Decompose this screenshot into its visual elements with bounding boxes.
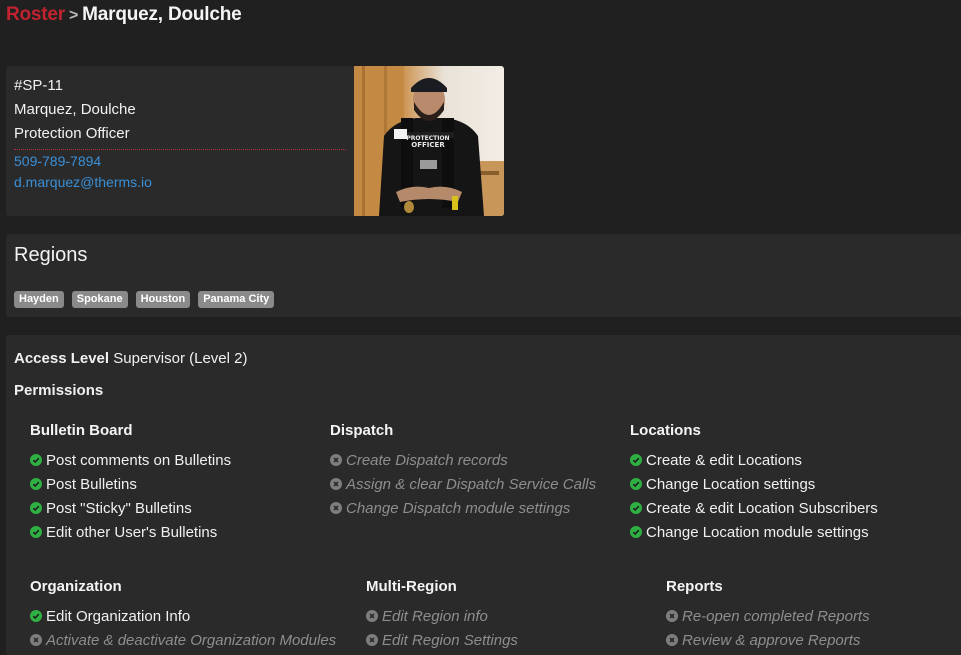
phone-link[interactable]: 509-789-7894: [14, 152, 346, 173]
permission-item: Change Location settings: [630, 472, 878, 496]
check-circle-icon: [630, 454, 642, 466]
permission-item: Create & edit Location Subscribers: [630, 496, 878, 520]
permission-group-title: Locations: [630, 420, 878, 448]
check-circle-icon: [30, 454, 42, 466]
breadcrumb-roster-link[interactable]: Roster: [6, 4, 65, 25]
breadcrumb: Roster>Marquez, Doulche: [6, 4, 242, 26]
permission-group-title: Dispatch: [330, 420, 596, 448]
permission-label: Edit Organization Info: [46, 608, 190, 625]
permission-item: Edit Region info: [366, 604, 518, 628]
permission-group-reports: Reports Re-open completed Reports Review &…: [666, 576, 870, 652]
x-circle-icon: [330, 454, 342, 466]
permission-group-locations: Locations Create & edit Locations Change L…: [630, 420, 878, 544]
permission-group-title: Organization: [30, 576, 336, 604]
permission-label: Post comments on Bulletins: [46, 452, 231, 469]
svg-text:OFFICER: OFFICER: [411, 141, 445, 149]
permission-item: Assign & clear Dispatch Service Calls: [330, 472, 596, 496]
permission-item: Activate & deactivate Organization Modul…: [30, 628, 336, 652]
x-circle-icon: [330, 502, 342, 514]
access-level-label: Access Level: [14, 350, 109, 367]
permission-label: Edit other User's Bulletins: [46, 524, 217, 541]
permission-label: Create & edit Locations: [646, 452, 802, 469]
check-circle-icon: [630, 526, 642, 538]
permission-group-multi-region: Multi-Region Edit Region info Edit Region …: [366, 576, 518, 652]
permission-label: Activate & deactivate Organization Modul…: [46, 632, 336, 649]
permission-item: Re-open completed Reports: [666, 604, 870, 628]
permission-item: Create & edit Locations: [630, 448, 878, 472]
region-chip: Hayden: [14, 291, 64, 308]
permissions-heading: Permissions: [14, 382, 103, 399]
officer-name: Marquez, Doulche: [14, 100, 346, 124]
access-panel: Access Level Supervisor (Level 2) Permis…: [6, 335, 961, 655]
check-circle-icon: [30, 526, 42, 538]
permission-group-bulletin-board: Bulletin Board Post comments on Bulletins…: [30, 420, 231, 544]
permission-group-title: Bulletin Board: [30, 420, 231, 448]
permission-label: Edit Region info: [382, 608, 488, 625]
officer-photo-illustration: PROTECTION OFFICER: [354, 66, 504, 216]
permission-label: Post Bulletins: [46, 476, 137, 493]
permission-item: Create Dispatch records: [330, 448, 596, 472]
profile-divider: [14, 149, 346, 150]
regions-panel: Regions Hayden Spokane Houston Panama Ci…: [6, 234, 961, 317]
breadcrumb-separator: >: [69, 7, 78, 24]
permission-label: Create Dispatch records: [346, 452, 508, 469]
region-chip: Panama City: [198, 291, 274, 308]
x-circle-icon: [666, 610, 678, 622]
access-level: Access Level Supervisor (Level 2): [14, 350, 247, 367]
region-chips: Hayden Spokane Houston Panama City: [14, 291, 274, 308]
regions-heading: Regions: [14, 244, 87, 267]
x-circle-icon: [30, 634, 42, 646]
permission-item: Post "Sticky" Bulletins: [30, 496, 231, 520]
officer-title: Protection Officer: [14, 124, 346, 148]
permission-label: Change Location module settings: [646, 524, 869, 541]
permission-item: Post comments on Bulletins: [30, 448, 231, 472]
permission-item: Post Bulletins: [30, 472, 231, 496]
check-circle-icon: [30, 478, 42, 490]
x-circle-icon: [366, 634, 378, 646]
check-circle-icon: [30, 502, 42, 514]
access-level-value: Supervisor (Level 2): [113, 350, 247, 367]
permission-label: Assign & clear Dispatch Service Calls: [346, 476, 596, 493]
permission-item: Change Dispatch module settings: [330, 496, 596, 520]
permission-label: Create & edit Location Subscribers: [646, 500, 878, 517]
permission-label: Edit Region Settings: [382, 632, 518, 649]
officer-photo: PROTECTION OFFICER: [354, 66, 504, 216]
x-circle-icon: [366, 610, 378, 622]
permission-group-organization: Organization Edit Organization Info Activa…: [30, 576, 336, 652]
permission-item: Change Location module settings: [630, 520, 878, 544]
check-circle-icon: [630, 478, 642, 490]
x-circle-icon: [666, 634, 678, 646]
permission-label: Review & approve Reports: [682, 632, 860, 649]
permission-group-title: Multi-Region: [366, 576, 518, 604]
permission-label: Change Location settings: [646, 476, 815, 493]
email-link[interactable]: d.marquez@therms.io: [14, 173, 346, 194]
profile-info: #SP-11 Marquez, Doulche Protection Offic…: [14, 76, 346, 194]
check-circle-icon: [30, 610, 42, 622]
badge-id: #SP-11: [14, 76, 346, 100]
x-circle-icon: [330, 478, 342, 490]
permission-item: Edit Organization Info: [30, 604, 336, 628]
check-circle-icon: [630, 502, 642, 514]
region-chip: Spokane: [72, 291, 128, 308]
permission-item: Review & approve Reports: [666, 628, 870, 652]
permission-label: Post "Sticky" Bulletins: [46, 500, 192, 517]
profile-card: #SP-11 Marquez, Doulche Protection Offic…: [6, 66, 504, 216]
permission-group-title: Reports: [666, 576, 870, 604]
permission-item: Edit Region Settings: [366, 628, 518, 652]
permission-item: Edit other User's Bulletins: [30, 520, 231, 544]
permission-label: Change Dispatch module settings: [346, 500, 570, 517]
region-chip: Houston: [136, 291, 191, 308]
permission-group-dispatch: Dispatch Create Dispatch records Assign & …: [330, 420, 596, 520]
breadcrumb-current: Marquez, Doulche: [82, 4, 241, 25]
permission-label: Re-open completed Reports: [682, 608, 870, 625]
